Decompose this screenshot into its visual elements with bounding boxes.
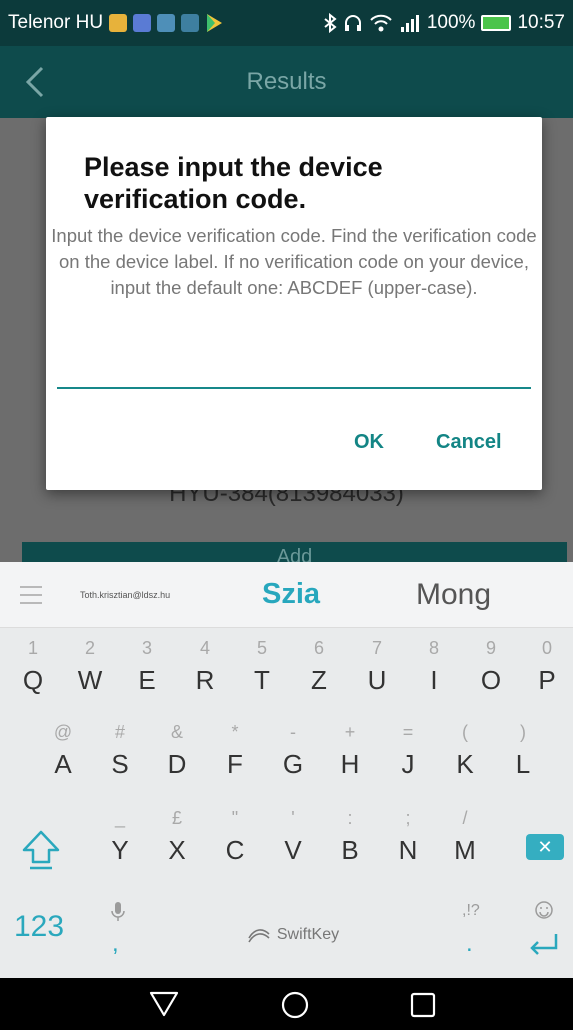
chevron-left-icon[interactable] (22, 64, 52, 100)
swiftkey-logo-icon (248, 929, 270, 943)
page-title: Results (246, 68, 327, 95)
key-o[interactable]: 9O (464, 628, 518, 706)
add-button[interactable]: Add (22, 542, 567, 564)
comma-key[interactable]: , (112, 930, 119, 958)
suggestion-main[interactable]: Szia (262, 578, 320, 611)
key-q[interactable]: 1Q (6, 628, 60, 706)
navigation-bar (0, 978, 573, 1030)
key-b[interactable]: :B (323, 798, 377, 876)
key-l[interactable]: ) L (496, 712, 550, 790)
headphones-icon (344, 15, 361, 31)
key-c[interactable]: " C (208, 798, 262, 876)
key-y[interactable]: _ Y (93, 798, 147, 876)
key-z[interactable]: 6Z (292, 628, 346, 706)
key-m[interactable]: / M (438, 798, 492, 876)
backspace-icon[interactable]: ✕ (526, 834, 564, 860)
numbers-key[interactable]: 123 (14, 910, 64, 944)
play-store-icon (207, 14, 223, 32)
key-e[interactable]: 3E (120, 628, 174, 706)
status-bar: Telenor HU 100% 10:57 (0, 0, 573, 46)
recents-square-icon[interactable] (410, 992, 436, 1018)
battery-percent: 100% (426, 12, 476, 33)
cancel-button[interactable]: Cancel (436, 431, 502, 454)
suggestion-email[interactable]: Toth.krisztian@ldsz.hu (80, 590, 170, 600)
key-i[interactable]: 8I (407, 628, 461, 706)
app-bar: Results (0, 46, 573, 118)
key-g[interactable]: -G (266, 712, 320, 790)
menu-icon[interactable] (20, 586, 42, 604)
suggestion-alt[interactable]: Mong (416, 578, 491, 612)
key-x[interactable]: £ X (150, 798, 204, 876)
wifi-icon (370, 14, 392, 32)
suggestion-bar: Toth.krisztian@ldsz.hu Szia Mong (0, 562, 573, 628)
swiftkey-keyboard: Toth.krisztian@ldsz.hu Szia Mong 1Q 2W 3… (0, 562, 573, 978)
clock: 10:57 (517, 12, 565, 33)
key-t[interactable]: 5T (235, 628, 289, 706)
shift-icon[interactable] (18, 828, 64, 872)
key-a[interactable]: @ A (36, 712, 90, 790)
key-d[interactable]: & D (150, 712, 204, 790)
space-bar[interactable]: SwiftKey (160, 902, 426, 968)
key-n[interactable]: ; N (381, 798, 435, 876)
key-h[interactable]: + H (323, 712, 377, 790)
dialog-title: Please input the device verification cod… (84, 152, 383, 214)
space-bar-label: SwiftKey (276, 926, 340, 943)
notification-app-icon (133, 14, 152, 32)
verification-code-input[interactable] (57, 359, 531, 389)
key-k[interactable]: (K (438, 712, 492, 790)
back-triangle-icon[interactable] (148, 990, 180, 1018)
key-r[interactable]: 4R (178, 628, 232, 706)
punctuation-hint: ,!? (462, 902, 480, 919)
key-p[interactable]: 0P (520, 628, 573, 706)
notification-app-icon (109, 14, 128, 32)
battery-icon (481, 15, 512, 31)
dialog-message: Input the device verification code. Find… (51, 225, 537, 298)
verification-dialog: Please input the device verification cod… (46, 117, 542, 490)
signal-icon (400, 15, 419, 32)
key-u[interactable]: 7U (350, 628, 404, 706)
period-key[interactable]: . (466, 930, 473, 958)
key-s[interactable]: # S (93, 712, 147, 790)
microphone-icon[interactable] (108, 900, 128, 924)
home-circle-icon[interactable] (280, 990, 310, 1020)
bluetooth-icon (324, 13, 337, 33)
notification-app-icon (157, 14, 176, 32)
enter-icon[interactable] (526, 930, 560, 958)
ok-button[interactable]: OK (354, 431, 384, 454)
key-v[interactable]: ' V (266, 798, 320, 876)
key-j[interactable]: = J (381, 712, 435, 790)
emoji-icon[interactable] (534, 900, 554, 920)
key-w[interactable]: 2W (63, 628, 117, 706)
notification-app-icon (181, 14, 200, 32)
carrier-label: Telenor HU (8, 12, 104, 33)
key-f[interactable]: * F (208, 712, 262, 790)
